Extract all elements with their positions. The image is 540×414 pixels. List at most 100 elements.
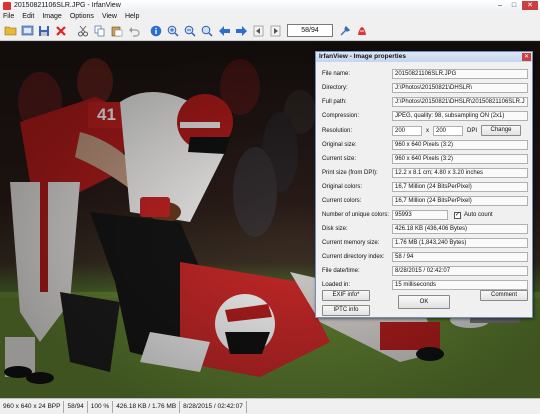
last-file-icon[interactable] (267, 23, 283, 39)
iptc-info-button[interactable]: IPTC info (322, 305, 370, 316)
menu-edit[interactable]: Edit (22, 13, 34, 20)
original-size-value: 960 x 640 Pixels (3:2) (392, 140, 528, 150)
next-icon[interactable] (233, 23, 249, 39)
menu-bar: File Edit Image Options View Help (0, 11, 540, 21)
memory-size-value: 1.76 MB (1,843,240 Bytes) (392, 238, 528, 248)
current-size-value: 960 x 640 Pixels (3:2) (392, 154, 528, 164)
print-size-row: Print size (from DPI): 12.2 x 8.1 cm; 4.… (322, 168, 528, 178)
fit-window-icon[interactable] (199, 23, 215, 39)
print-size-value: 12.2 x 8.1 cm; 4.80 x 3.20 inches (392, 168, 528, 178)
current-size-label: Current size: (322, 156, 357, 162)
unique-colors-label: Number of unique colors: (322, 212, 390, 218)
directory-label: Directory: (322, 85, 348, 91)
irfanview-cat-icon[interactable] (354, 23, 370, 39)
compression-label: Compression: (322, 113, 360, 119)
full-path-row: Full path: J:\Photos\20150821\DHSLR\2015… (322, 97, 528, 107)
disk-size-label: Disk size: (322, 226, 348, 232)
unique-colors-row: Number of unique colors: 95993 ✓ Auto co… (322, 210, 493, 220)
ok-button[interactable]: OK (398, 295, 450, 309)
unique-colors-value: 95993 (392, 210, 448, 220)
dialog-title: IrfanView - Image properties (316, 52, 532, 62)
image-properties-dialog: IrfanView - Image properties ✕ File name… (315, 51, 533, 318)
title-bar: 20150821106SLR.JPG - IrfanView – □ ✕ (0, 0, 540, 11)
dpi-label: DPI (467, 127, 478, 134)
current-colors-label: Current colors: (322, 198, 362, 204)
delete-icon[interactable] (53, 23, 69, 39)
current-colors-value: 16,7 Million (24 BitsPerPixel) (392, 196, 528, 206)
cut-icon[interactable] (75, 23, 91, 39)
save-icon[interactable] (36, 23, 52, 39)
file-date-label: File date/time: (322, 268, 360, 274)
memory-size-row: Current memory size: 1.76 MB (1,843,240 … (322, 238, 528, 248)
directory-row: Directory: J:\Photos\20150821\DHSLR\ (322, 83, 528, 93)
status-file-size: 426.18 KB / 1.76 MB (113, 400, 181, 413)
compression-row: Compression: JPEG, quality: 98, subsampl… (322, 111, 528, 121)
change-resolution-button[interactable]: Change (481, 125, 522, 136)
loaded-in-row: Loaded in: 15 milliseconds (322, 280, 528, 290)
undo-icon[interactable] (126, 23, 142, 39)
resolution-y-input[interactable]: 200 (433, 125, 463, 136)
auto-count-checkbox[interactable]: ✓ (454, 211, 461, 219)
close-button[interactable]: ✕ (522, 1, 538, 10)
menu-help[interactable]: Help (125, 13, 139, 20)
dir-index-row: Current directory index: 58 / 94 (322, 252, 528, 262)
file-name-value[interactable]: 20150821106SLR.JPG (392, 69, 528, 79)
menu-options[interactable]: Options (70, 13, 94, 20)
original-size-row: Original size: 960 x 640 Pixels (3:2) (322, 140, 528, 150)
dialog-close-button[interactable]: ✕ (522, 53, 531, 61)
file-name-row: File name: 20150821106SLR.JPG (322, 69, 528, 79)
print-size-label: Print size (from DPI): (322, 170, 378, 176)
original-colors-row: Original colors: 16,7 Million (24 BitsPe… (322, 182, 528, 192)
original-size-label: Original size: (322, 142, 357, 148)
current-size-row: Current size: 960 x 640 Pixels (3:2) (322, 154, 528, 164)
status-datetime: 8/28/2015 / 02:42:07 (180, 400, 247, 413)
toolbar: 58/94 (0, 21, 540, 41)
open-folder-icon[interactable] (2, 23, 18, 39)
full-path-value[interactable]: J:\Photos\20150821\DHSLR\20150821106SLR.… (392, 97, 528, 107)
status-zoom: 100 % (88, 400, 114, 413)
window-title: 20150821106SLR.JPG - IrfanView (14, 2, 121, 9)
loaded-in-value: 15 milliseconds (392, 280, 528, 290)
maximize-button[interactable]: □ (508, 1, 520, 10)
info-icon[interactable] (148, 23, 164, 39)
menu-image[interactable]: Image (42, 13, 61, 20)
file-name-label: File name: (322, 71, 351, 77)
irfanview-app-icon (3, 1, 11, 10)
status-file-index: 58/94 (64, 400, 88, 413)
minimize-button[interactable]: – (494, 1, 506, 10)
copy-icon[interactable] (92, 23, 108, 39)
comment-button[interactable]: Comment (480, 290, 528, 301)
menu-file[interactable]: File (3, 13, 14, 20)
resolution-label: Resolution: (322, 127, 353, 134)
zoom-out-icon[interactable] (182, 23, 198, 39)
slideshow-icon[interactable] (19, 23, 35, 39)
resolution-separator: x (426, 127, 429, 134)
file-date-row: File date/time: 8/28/2015 / 02:42:07 (322, 266, 528, 276)
current-colors-row: Current colors: 16,7 Million (24 BitsPer… (322, 196, 528, 206)
dir-index-label: Current directory index: (322, 254, 385, 260)
first-file-icon[interactable] (250, 23, 266, 39)
disk-size-value: 426.18 KB (436,406 Bytes) (392, 224, 528, 234)
loaded-in-label: Loaded in: (322, 282, 351, 288)
zoom-in-icon[interactable] (165, 23, 181, 39)
resolution-x-input[interactable]: 200 (392, 125, 422, 136)
status-bar: 960 x 640 x 24 BPP 58/94 100 % 426.18 KB… (0, 398, 540, 414)
original-colors-label: Original colors: (322, 184, 363, 190)
compression-value: JPEG, quality: 98, subsampling ON (2x1) (392, 111, 528, 121)
memory-size-label: Current memory size: (322, 240, 380, 246)
dir-index-value: 58 / 94 (392, 252, 528, 262)
menu-view[interactable]: View (102, 13, 117, 20)
directory-value[interactable]: J:\Photos\20150821\DHSLR\ (392, 83, 528, 93)
auto-count-label: Auto count (464, 212, 493, 218)
full-path-label: Full path: (322, 99, 347, 105)
status-dimensions: 960 x 640 x 24 BPP (0, 400, 65, 413)
original-colors-value: 16,7 Million (24 BitsPerPixel) (392, 182, 528, 192)
resolution-row: Resolution: 200 x 200 DPI Change (322, 125, 522, 136)
disk-size-row: Disk size: 426.18 KB (436,406 Bytes) (322, 224, 528, 234)
exif-info-button[interactable]: EXIF info* (322, 290, 370, 301)
settings-icon[interactable] (337, 23, 353, 39)
previous-icon[interactable] (216, 23, 232, 39)
paste-icon[interactable] (109, 23, 125, 39)
file-date-value: 8/28/2015 / 02:42:07 (392, 266, 528, 276)
page-counter-box: 58/94 (287, 24, 333, 37)
